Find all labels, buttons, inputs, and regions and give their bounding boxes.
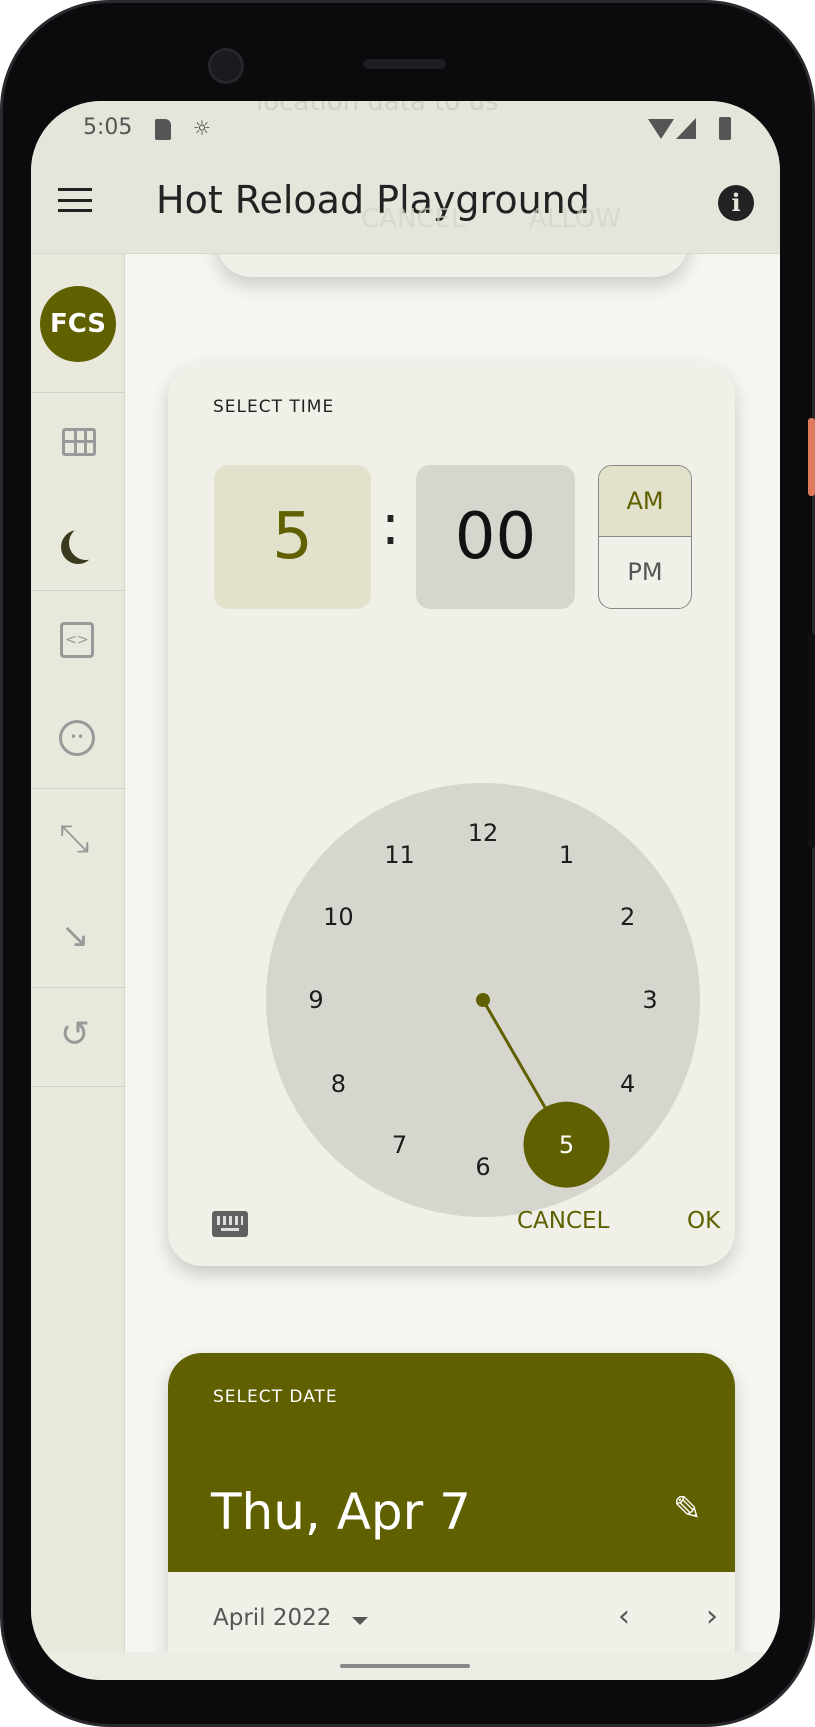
hour-value: 5 (272, 500, 313, 574)
expand-icon[interactable]: ⤡ (59, 816, 89, 861)
dial-number-2[interactable]: 2 (608, 902, 648, 932)
pm-button[interactable]: PM (599, 537, 691, 608)
time-picker-label: SELECT TIME (213, 397, 335, 417)
power-button[interactable] (808, 418, 815, 496)
menu-icon[interactable] (58, 188, 92, 212)
next-month-icon[interactable]: › (706, 1599, 718, 1634)
dial-number-1[interactable]: 1 (547, 840, 587, 870)
minute-field[interactable]: 00 (416, 465, 575, 609)
rail-divider (31, 788, 125, 789)
avatar[interactable]: FCS (40, 286, 116, 362)
ok-button[interactable]: OK (687, 1208, 720, 1234)
dial-number-8[interactable]: 8 (318, 1069, 358, 1099)
dial-number-12[interactable]: 12 (463, 818, 503, 848)
edit-pencil-icon[interactable]: ✎ (673, 1489, 702, 1529)
front-camera (208, 48, 244, 84)
fading-dialog-text: location data to us (256, 101, 499, 117)
status-time: 5:05 (83, 115, 133, 140)
dial-number-7[interactable]: 7 (380, 1130, 420, 1160)
signal-icon (676, 118, 696, 139)
am-button[interactable]: AM (599, 466, 691, 537)
rail-divider (31, 1086, 125, 1087)
fading-dialog-allow: ALLOW (529, 204, 622, 234)
screen: 5:05 ☼ Hot Reload Playground i location … (31, 101, 780, 1680)
clock-center (476, 993, 490, 1007)
debug-icon: ☼ (193, 116, 211, 140)
grid-icon[interactable] (62, 428, 96, 456)
rail-divider (31, 987, 125, 988)
dial-number-4[interactable]: 4 (608, 1069, 648, 1099)
time-picker-dialog: SELECT TIME 5 : 00 AM PM 12 1 2 3 4 5 6 7 8 9 10 11… (168, 363, 735, 1266)
time-separator: : (381, 493, 400, 558)
previous-month-icon[interactable]: ‹ (618, 1599, 630, 1634)
gesture-handle[interactable] (340, 1664, 470, 1668)
rail-divider (31, 590, 125, 591)
dial-number-9[interactable]: 9 (296, 985, 336, 1015)
date-header: SELECT DATE Thu, Apr 7 ✎ (168, 1353, 735, 1572)
fading-dialog-cancel: CANCEL (361, 204, 466, 234)
date-picker-label: SELECT DATE (213, 1387, 338, 1407)
hour-field[interactable]: 5 (214, 465, 371, 609)
info-icon[interactable]: i (718, 185, 754, 221)
palette-icon[interactable]: •• (59, 720, 95, 756)
dial-number-11[interactable]: 11 (380, 840, 420, 870)
minute-value: 00 (454, 500, 537, 574)
am-pm-toggle: AM PM (598, 465, 692, 609)
dial-number-10[interactable]: 10 (318, 902, 358, 932)
refresh-icon[interactable]: ↺ (60, 1014, 90, 1055)
navigation-rail: FCS <> •• ⤡ ↘ ↺ (31, 254, 125, 1680)
rail-divider (31, 392, 125, 393)
battery-icon (719, 117, 731, 140)
volume-button[interactable] (808, 633, 815, 848)
dark-mode-icon[interactable] (69, 526, 103, 560)
speaker-grille (363, 59, 446, 69)
collapse-icon[interactable]: ↘ (61, 916, 90, 956)
dial-number-3[interactable]: 3 (630, 985, 670, 1015)
dropdown-arrow-icon[interactable] (352, 1617, 368, 1625)
wifi-icon (648, 119, 674, 139)
month-year-selector[interactable]: April 2022 (213, 1605, 331, 1631)
dial-number-6[interactable]: 6 (463, 1152, 503, 1182)
clock-dial[interactable]: 12 1 2 3 4 5 6 7 8 9 10 11 (266, 783, 700, 1217)
keyboard-icon[interactable] (212, 1211, 248, 1237)
selected-date: Thu, Apr 7 (211, 1483, 471, 1541)
code-icon[interactable]: <> (60, 622, 94, 658)
cancel-button[interactable]: CANCEL (517, 1208, 609, 1234)
date-picker-dialog: SELECT DATE Thu, Apr 7 ✎ April 2022 ‹ › (168, 1353, 735, 1680)
dial-number-5[interactable]: 5 (547, 1130, 587, 1160)
sd-card-icon (155, 119, 171, 140)
